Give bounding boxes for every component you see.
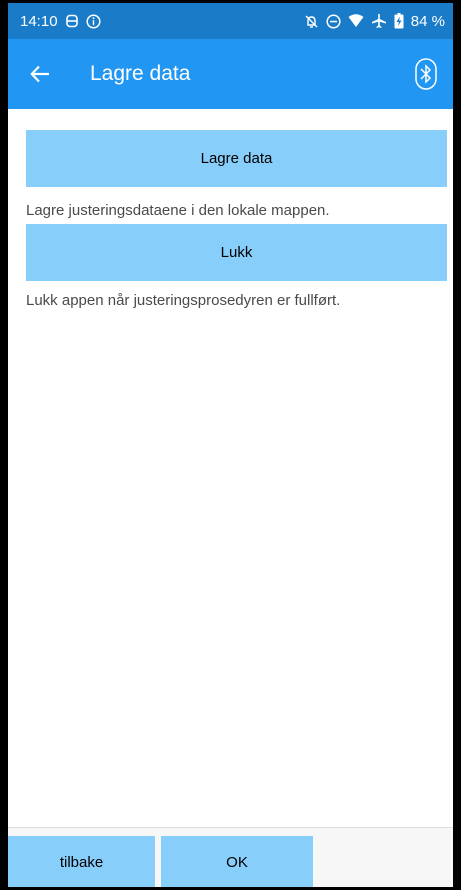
do-not-disturb-icon	[326, 13, 341, 29]
close-app-button[interactable]: Lukk	[26, 224, 447, 281]
notifications-off-icon	[304, 14, 319, 29]
back-nav-button[interactable]: tilbake	[8, 836, 155, 887]
app-screen: 14:10 84 % Lagre data Lagre data Lagre j…	[8, 3, 453, 887]
bottom-nav-bar: tilbake OK	[8, 827, 453, 887]
app-bar: Lagre data	[8, 39, 453, 109]
status-left: 14:10	[20, 13, 101, 30]
battery-charging-icon	[394, 13, 404, 29]
status-time: 14:10	[20, 12, 58, 30]
status-right: 84 %	[304, 13, 445, 30]
arrow-left-icon	[30, 65, 49, 83]
ok-button[interactable]: OK	[161, 836, 313, 887]
save-data-button[interactable]: Lagre data	[26, 130, 447, 187]
sync-icon	[65, 14, 79, 28]
bluetooth-icon	[415, 58, 437, 90]
info-icon	[85, 13, 101, 29]
bluetooth-button[interactable]	[409, 54, 443, 94]
close-app-description: Lukk appen når justeringsprosedyren er f…	[26, 292, 341, 309]
back-button[interactable]	[12, 46, 68, 102]
battery-percent: 84 %	[410, 12, 445, 30]
status-bar: 14:10 84 %	[8, 3, 453, 39]
save-data-description: Lagre justeringsdataene i den lokale map…	[26, 202, 330, 219]
wifi-icon	[348, 14, 364, 28]
airplane-icon	[371, 13, 387, 29]
page-title: Lagre data	[90, 62, 191, 85]
